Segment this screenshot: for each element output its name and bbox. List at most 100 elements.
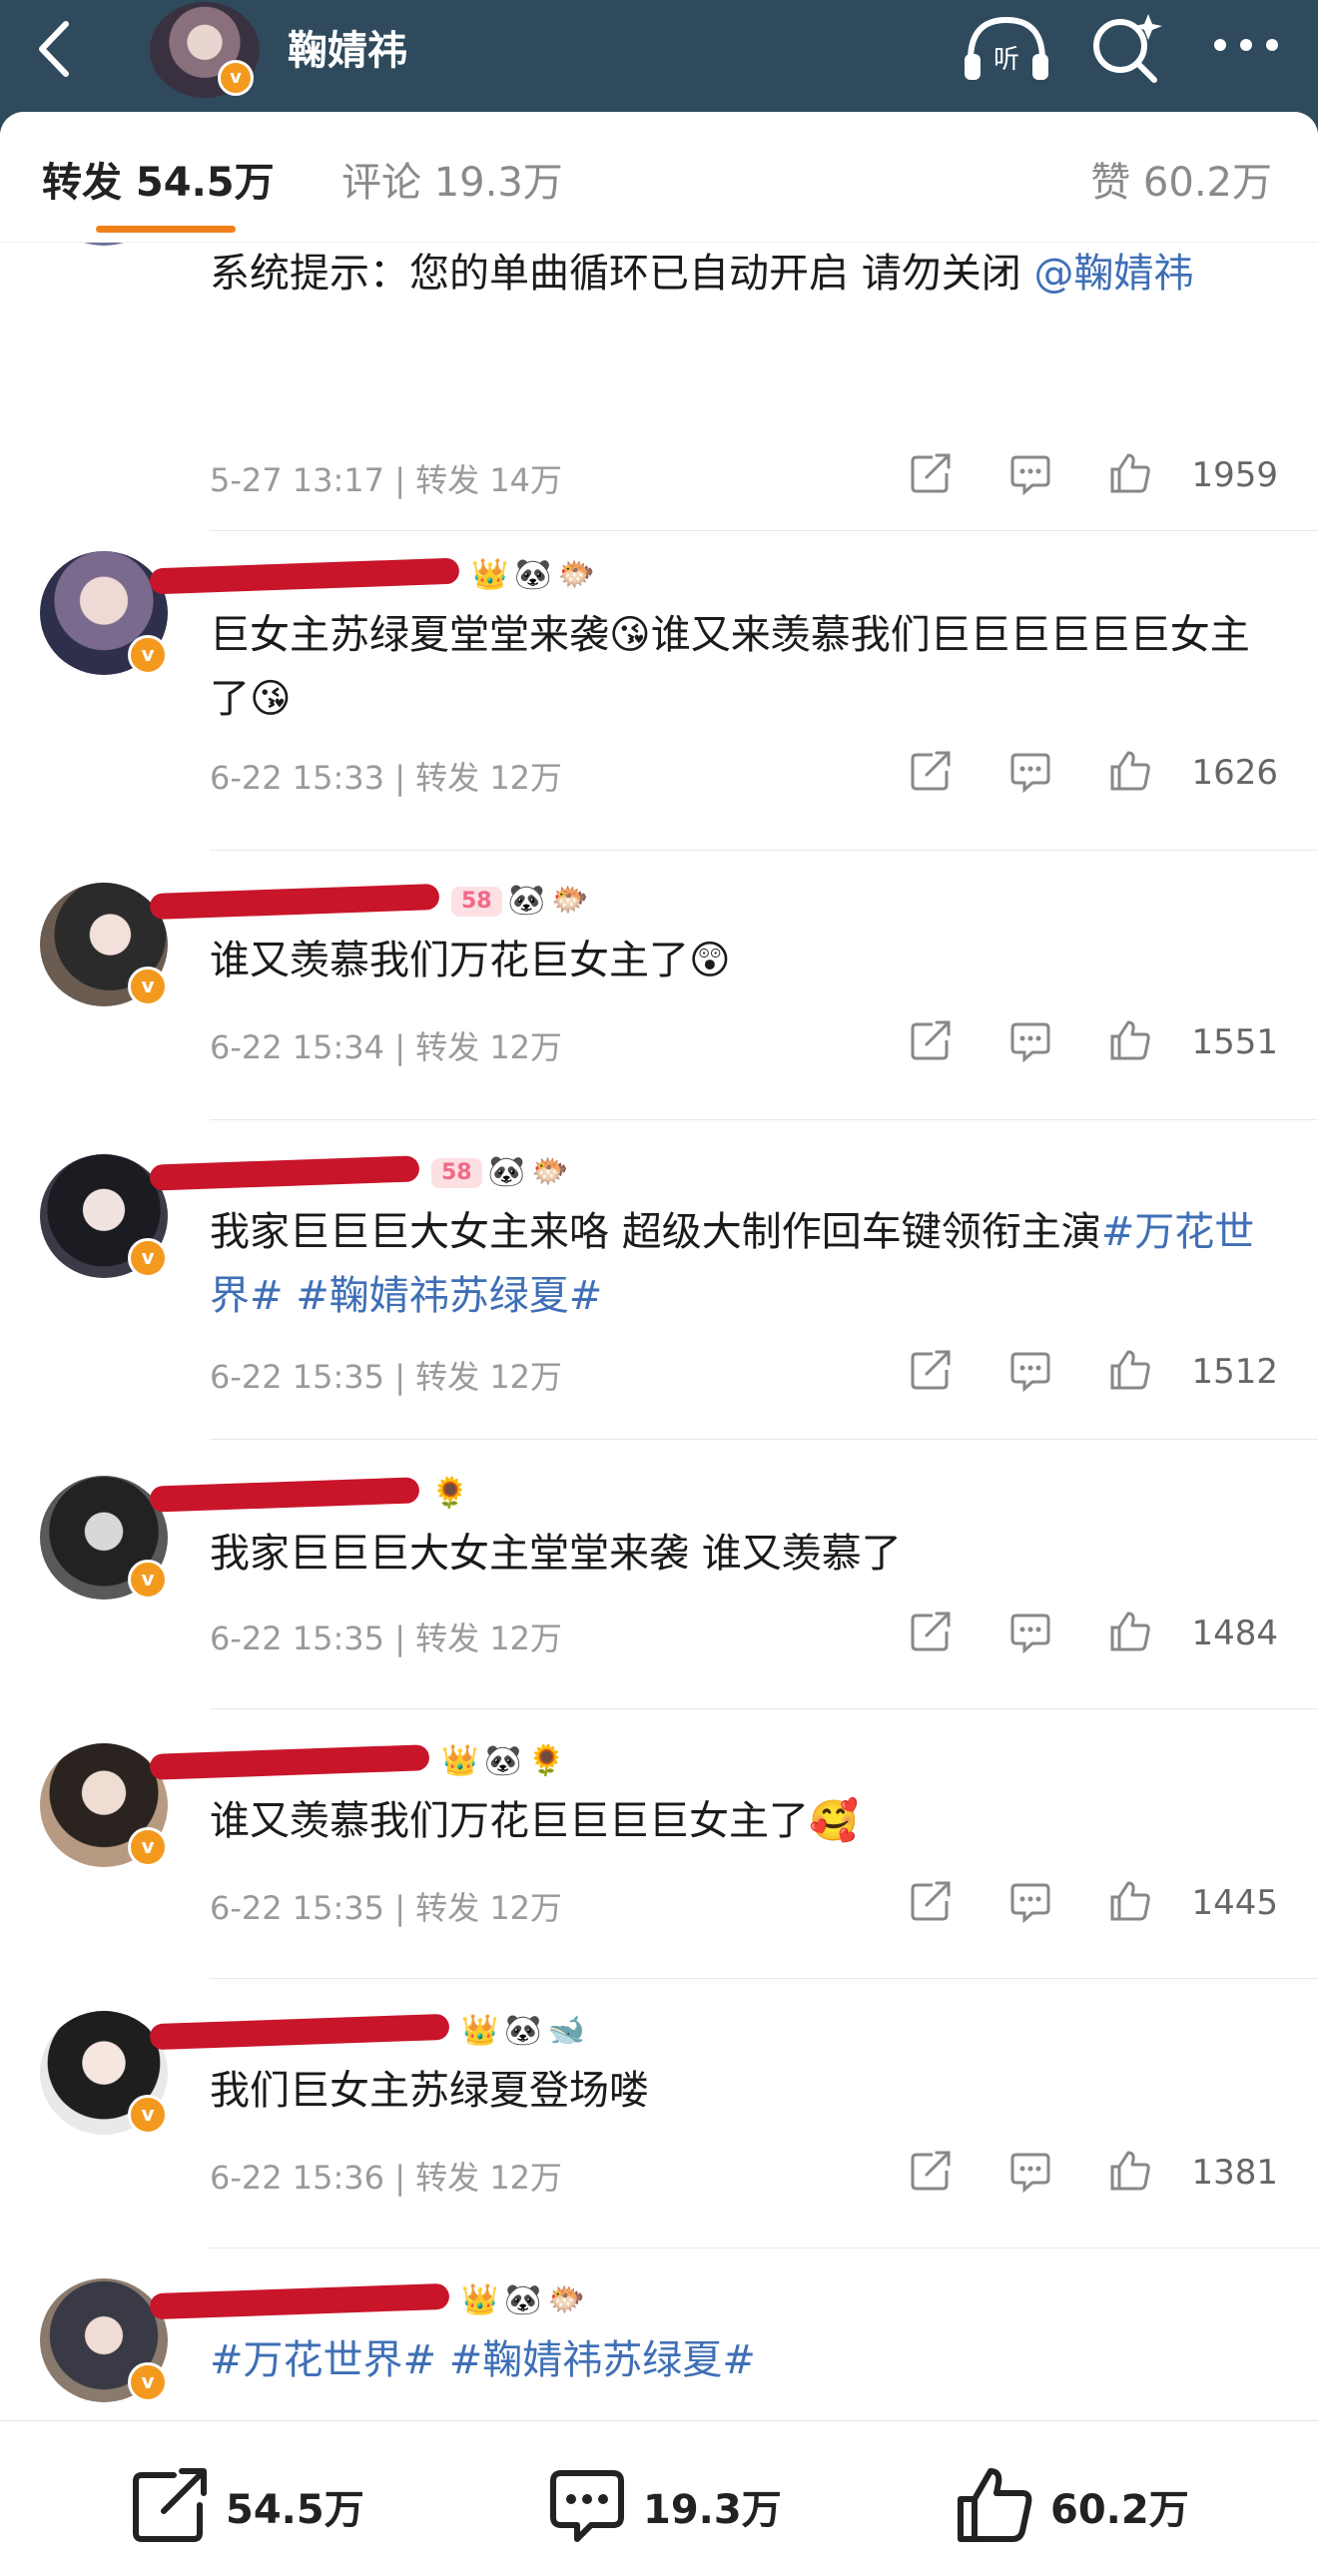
username-redacted[interactable]	[149, 1739, 439, 1783]
thumbs-up-icon[interactable]	[1108, 749, 1152, 793]
tab-bar: 转发 54.5万 评论 19.3万 赞 60.2万	[0, 112, 1318, 243]
repost-meta: 6-22 15:34 | 转发 12万	[210, 1022, 562, 1068]
bottom-like-button[interactable]: 60.2万	[955, 2465, 1214, 2542]
comment-icon[interactable]	[1008, 2149, 1052, 2193]
verified-badge-icon: v	[128, 635, 168, 675]
search-icon[interactable]	[1086, 10, 1164, 88]
hashtag-link[interactable]: #鞠婧祎苏绿夏#	[296, 1273, 602, 1319]
timestamp: 6-22 15:36	[210, 2159, 385, 2197]
verified-badge-icon: v	[128, 1827, 168, 1867]
share-icon[interactable]	[909, 1018, 953, 1062]
repost-item[interactable]: v 👑 🐼 🌻 谁又羡慕我们万花巨巨巨巨女主了🥰 6-22 15:35 | 转发 12万 1…	[0, 1709, 1318, 1979]
repost-count: 转发 12万	[415, 1358, 563, 1396]
user-badges: 👑 🐼 🐡	[461, 2278, 591, 2322]
username-redacted[interactable]	[149, 2278, 450, 2322]
thumbs-up-icon[interactable]	[1108, 2149, 1152, 2193]
repost-count: 转发 12万	[415, 1028, 563, 1066]
item-actions: 1445	[909, 1879, 1278, 1927]
divider: |	[384, 461, 416, 499]
like-count: 1484	[1191, 1613, 1278, 1653]
repost-text: 我家巨巨巨大女主堂堂来袭 谁又羡慕了	[210, 1522, 1268, 1586]
top-bar: v 鞠婧祎 听	[0, 0, 1318, 112]
share-icon[interactable]	[909, 749, 953, 793]
text-segment: 巨女主苏绿夏堂堂来袭😘谁又来羡慕我们巨巨巨巨巨巨女主了😘	[210, 612, 1250, 722]
repost-item[interactable]: v 👑 🐼 🐋 我们巨女主苏绿夏登场喽 6-22 15:36 | 转发 12万 1381	[0, 1979, 1318, 2249]
comment-icon[interactable]	[1008, 1018, 1052, 1062]
comment-icon[interactable]	[1008, 1348, 1052, 1392]
tab-repost[interactable]: 转发 54.5万	[42, 150, 275, 208]
username-redacted[interactable]	[149, 2009, 450, 2053]
emoji-badge-icon: 🐡	[550, 883, 589, 918]
redaction-mark	[149, 2013, 450, 2051]
emoji-badge-icon: 🐡	[547, 2282, 586, 2317]
user-badges: 👑 🐼 🌻	[441, 1739, 571, 1783]
username-redacted[interactable]	[149, 1472, 439, 1516]
divider: |	[384, 2159, 416, 2197]
text-segment: 我家巨巨巨大女主来咯 超级大制作回车键领衔主演	[210, 1209, 1101, 1255]
hashtag-link[interactable]: @鞠婧祎	[1033, 251, 1193, 297]
timestamp: 6-22 15:35	[210, 1619, 385, 1657]
repost-icon	[133, 2468, 207, 2542]
item-actions: 1959	[909, 451, 1278, 499]
share-icon[interactable]	[909, 2149, 953, 2193]
redaction-mark	[149, 1744, 430, 1780]
verified-badge-icon: v	[128, 1238, 168, 1278]
comment-icon[interactable]	[1008, 1610, 1052, 1653]
bottom-action-bar: 54.5万 19.3万 60.2万	[0, 2420, 1318, 2576]
repost-item[interactable]: v 58 🐼 🐡 我家巨巨巨大女主来咯 超级大制作回车键领衔主演#万花世界# #鞠婧祎苏…	[0, 1120, 1318, 1440]
share-icon[interactable]	[909, 451, 953, 495]
more-icon[interactable]	[1206, 20, 1286, 70]
tab-comment[interactable]: 评论 19.3万	[341, 150, 563, 208]
item-actions: 1626	[909, 749, 1278, 797]
bottom-comment-count: 19.3万	[643, 2487, 782, 2533]
like-count: 1626	[1191, 753, 1278, 793]
thumbs-up-icon[interactable]	[1108, 1879, 1152, 1923]
user-badges: 58 🐼 🐡	[451, 879, 594, 923]
back-icon[interactable]	[26, 14, 86, 84]
divider: |	[384, 1889, 416, 1927]
user-badges: 58 🐼 🐡	[431, 1150, 574, 1194]
text-segment	[284, 1273, 297, 1319]
repost-count: 转发 12万	[415, 2159, 563, 2197]
repost-item[interactable]: v系统提示：您的单曲循环已自动开启 请勿关闭 @鞠婧祎5-27 13:17 | …	[0, 122, 1318, 531]
repost-item[interactable]: v 58 🐼 🐡 谁又羡慕我们万花巨女主了😲 6-22 15:34 | 转发 12万 155…	[0, 851, 1318, 1120]
username-redacted[interactable]	[149, 553, 460, 597]
comment-icon	[550, 2470, 624, 2542]
comment-icon[interactable]	[1008, 1879, 1052, 1923]
repost-item[interactable]: v 🌻 我家巨巨巨大女主堂堂来袭 谁又羡慕了 6-22 15:35 | 转发 12万 1…	[0, 1440, 1318, 1709]
item-actions: 1381	[909, 2149, 1278, 2197]
share-icon[interactable]	[909, 1610, 953, 1653]
divider: |	[384, 1028, 416, 1066]
bottom-comment-button[interactable]: 19.3万	[547, 2465, 807, 2542]
username-redacted[interactable]	[149, 1150, 439, 1194]
listen-icon[interactable]: 听	[959, 8, 1054, 88]
comment-icon[interactable]	[1008, 451, 1052, 495]
hashtag-link[interactable]: #万花世界#	[210, 2337, 436, 2383]
verified-badge-icon: v	[218, 60, 254, 96]
thumbs-up-icon[interactable]	[1108, 451, 1152, 495]
item-actions: 1484	[909, 1610, 1278, 1657]
emoji-badge-icon: 🐼	[484, 1743, 522, 1778]
thumbs-up-icon[interactable]	[1108, 1018, 1152, 1062]
repost-count: 转发 14万	[415, 461, 563, 499]
share-icon[interactable]	[909, 1879, 953, 1923]
profile-name[interactable]: 鞠婧祎	[288, 18, 407, 76]
bottom-repost-button[interactable]: 54.5万	[130, 2465, 389, 2542]
comment-icon[interactable]	[1008, 749, 1052, 793]
active-tab-indicator	[96, 226, 236, 233]
username-redacted[interactable]	[149, 879, 440, 923]
hashtag-link[interactable]: #鞠婧祎苏绿夏#	[449, 2337, 756, 2383]
repost-meta: 6-22 15:33 | 转发 12万	[210, 753, 562, 799]
share-icon[interactable]	[909, 1348, 953, 1392]
verified-badge-icon: v	[128, 1560, 168, 1600]
text-segment: 我家巨巨巨大女主堂堂来袭 谁又羡慕了	[210, 1531, 902, 1577]
level-badge: 58	[451, 886, 502, 917]
tab-like[interactable]: 赞 60.2万	[1090, 150, 1272, 208]
timestamp: 6-22 15:35	[210, 1358, 385, 1396]
repost-text: 我家巨巨巨大女主来咯 超级大制作回车键领衔主演#万花世界# #鞠婧祎苏绿夏#	[210, 1200, 1268, 1328]
repost-item[interactable]: v 👑 🐼 🐡 巨女主苏绿夏堂堂来袭😘谁又来羡慕我们巨巨巨巨巨巨女主了😘 6-22 15:…	[0, 531, 1318, 851]
thumbs-up-icon[interactable]	[1108, 1610, 1152, 1653]
repost-meta: 6-22 15:35 | 转发 12万	[210, 1613, 562, 1659]
thumbs-up-icon[interactable]	[1108, 1348, 1152, 1392]
thumbs-up-icon	[958, 2468, 1032, 2542]
